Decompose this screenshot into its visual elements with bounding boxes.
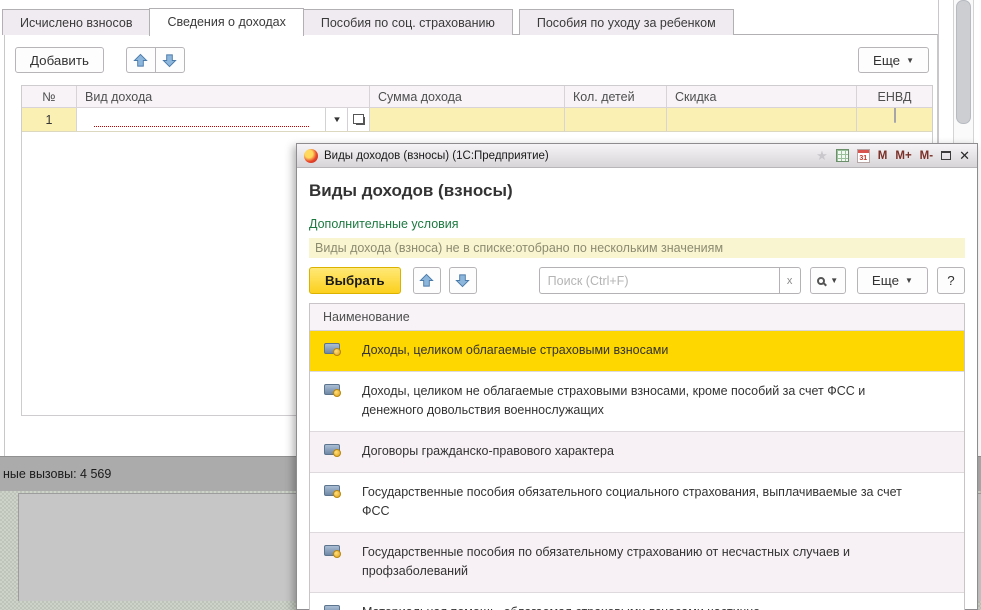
calendar-icon[interactable]: 31 [857,149,870,163]
discount-cell[interactable] [667,108,857,132]
maximize-icon[interactable] [941,151,951,160]
list-item-text: Государственные пособия по обязательному… [362,543,918,581]
list-item-text: Доходы, целиком облагаемые страховыми вз… [362,341,668,360]
income-type-dropdown-button[interactable]: ▼ [325,108,347,131]
modal-more-label: Еще [872,273,899,288]
memory-m-plus-button[interactable]: M+ [895,150,911,162]
search-options-button[interactable]: ▼ [810,267,846,294]
favorite-star-icon[interactable]: ★ [816,148,828,164]
income-table-header: № Вид дохода Сумма дохода Кол. детей Ски… [22,86,932,108]
tab-social-insurance-benefits[interactable]: Пособия по соц. страхованию [303,9,513,35]
arrow-up-icon [133,53,148,68]
add-button[interactable]: Добавить [15,47,104,73]
calculator-icon[interactable] [836,149,849,162]
chevron-down-icon: ▼ [332,115,342,124]
move-down-button-modal[interactable] [449,267,477,294]
move-up-button[interactable] [126,47,156,73]
modal-heading: Виды доходов (взносы) [309,181,965,201]
tab-childcare-benefits[interactable]: Пособия по уходу за ребенком [519,9,734,35]
move-down-button[interactable] [155,47,185,73]
catalog-item-icon [324,605,340,610]
list-item[interactable]: Государственные пособия обязательного со… [310,472,964,532]
row-number-cell[interactable]: 1 [22,108,77,132]
open-list-icon [356,117,365,125]
filter-notice: Виды дохода (взноса) не в списке:отобран… [309,238,965,258]
income-types-modal: Виды доходов (взносы) (1С:Предприятие) ★… [296,143,978,610]
list-item-text: Договоры гражданско-правового характера [362,442,614,461]
move-up-button-modal[interactable] [413,267,441,294]
more-button[interactable]: Еще ▼ [858,47,929,73]
list-header-name[interactable]: Наименование [310,304,964,331]
modal-body: Виды доходов (взносы) Дополнительные усл… [297,181,977,610]
envd-checkbox[interactable] [894,108,896,123]
memory-m-button[interactable]: M [878,150,888,162]
help-button[interactable]: ? [937,267,965,294]
column-envd[interactable]: ЕНВД [857,86,932,108]
catalog-item-icon [324,444,340,455]
list-item[interactable]: Доходы, целиком не облагаемые страховыми… [310,371,964,431]
additional-conditions-link[interactable]: Дополнительные условия [309,217,459,231]
arrow-down-icon [162,53,177,68]
titlebar-icons: ★ 31 M M+ M- ✕ [816,148,970,164]
chevron-down-icon: ▼ [905,276,913,285]
chevron-down-icon: ▼ [906,56,914,65]
column-discount[interactable]: Скидка [667,86,857,108]
search-clear-button[interactable]: x [779,267,801,294]
column-income-type[interactable]: Вид дохода [77,86,370,108]
envd-cell [857,108,932,132]
income-type-input[interactable] [77,108,325,131]
chevron-down-icon: ▼ [830,276,838,285]
column-income-sum[interactable]: Сумма дохода [370,86,565,108]
row-reorder-group [126,47,185,73]
modal-window-title: Виды доходов (взносы) (1С:Предприятие) [324,150,549,162]
table-row: 1 ▼ [22,108,932,132]
memory-m-minus-button[interactable]: M- [920,150,933,162]
catalog-item-icon [324,384,340,395]
magnifier-icon [817,277,825,285]
list-item[interactable]: Договоры гражданско-правового характера [310,431,964,472]
column-children-count[interactable]: Кол. детей [565,86,667,108]
list-item[interactable]: Материальная помощь, облагаемая страховы… [310,592,964,610]
tab-income-details[interactable]: Сведения о доходах [149,8,303,36]
modal-more-button[interactable]: Еще ▼ [857,267,928,294]
more-button-label: Еще [873,53,900,68]
search-input[interactable] [539,267,779,294]
list-item-text: Государственные пособия обязательного со… [362,483,918,521]
modal-toolbar: Выбрать x ▼ Еще ▼ ? [309,267,965,294]
list-item-text: Доходы, целиком не облагаемые страховыми… [362,382,918,420]
search-box: x [539,267,801,294]
list-item[interactable]: Государственные пособия по обязательному… [310,532,964,592]
income-type-open-button[interactable] [347,108,369,131]
scrollbar-thumb[interactable] [956,0,971,124]
catalog-item-icon [324,545,340,556]
list-item[interactable]: Доходы, целиком облагаемые страховыми вз… [310,331,964,371]
income-types-list: Наименование Доходы, целиком облагаемые … [309,303,965,610]
tab-bar: Исчислено взносов Сведения о доходах Пос… [2,8,733,35]
arrow-up-icon [419,273,434,288]
children-count-cell[interactable] [565,108,667,132]
1c-app-icon [304,149,318,163]
modal-titlebar[interactable]: Виды доходов (взносы) (1С:Предприятие) ★… [297,144,977,168]
column-number[interactable]: № [22,86,77,108]
catalog-item-icon [324,343,340,354]
main-toolbar: Добавить [15,47,185,73]
status-bar-text: ные вызовы: 4 569 [3,467,111,481]
arrow-down-icon [455,273,470,288]
income-type-cell: ▼ [77,108,370,132]
income-sum-cell[interactable] [370,108,565,132]
catalog-item-icon [324,485,340,496]
tab-contributions-calculated[interactable]: Исчислено взносов [2,9,150,35]
screen: Исчислено взносов Сведения о доходах Пос… [0,0,981,610]
select-button[interactable]: Выбрать [309,267,401,294]
list-item-text: Материальная помощь, облагаемая страховы… [362,603,760,610]
close-icon[interactable]: ✕ [959,148,970,164]
